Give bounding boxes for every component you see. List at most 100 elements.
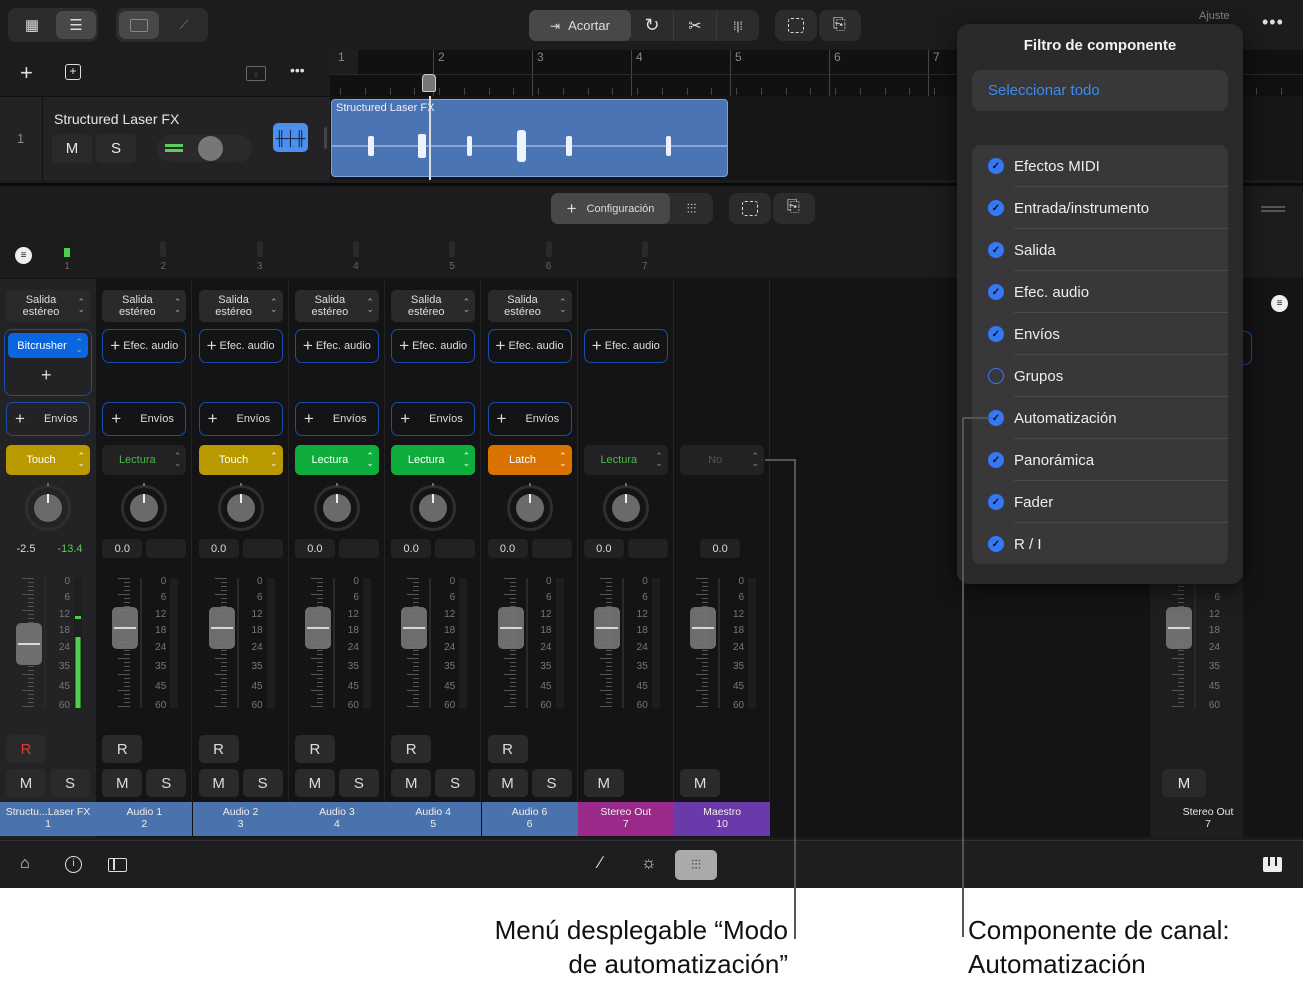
solo-button[interactable]: S — [435, 769, 476, 797]
checkmark-circle-icon[interactable]: ✓ — [988, 410, 1004, 426]
fader-handle[interactable] — [593, 606, 620, 649]
mixer-copy-button[interactable] — [729, 193, 771, 224]
mixer-paste-button[interactable]: ⎘ — [773, 193, 815, 224]
channel-name[interactable]: Audio 66 — [481, 802, 578, 836]
checkmark-circle-icon[interactable]: ✓ — [988, 242, 1004, 258]
mute-button[interactable]: M — [680, 769, 721, 797]
playhead-handle[interactable] — [422, 74, 436, 92]
sends-button[interactable]: + Envíos — [294, 402, 379, 436]
output-selector[interactable]: Salida estéreo ⌃ ⌄ — [6, 290, 90, 322]
sends-button[interactable]: + Envíos — [6, 402, 90, 436]
select-all-button[interactable]: Seleccionar todo — [972, 70, 1228, 111]
plugin-slot[interactable]: Bitcrusher ⌃ ⌄ — [8, 333, 88, 358]
track-name[interactable]: Structured Laser FX — [54, 111, 179, 127]
sends-button[interactable]: + Envíos — [487, 402, 572, 436]
pan-knob[interactable] — [410, 483, 457, 531]
track-row[interactable]: 1 Structured Laser FX M S ╫┼╫ — [0, 96, 330, 181]
fader-handle[interactable] — [1166, 606, 1192, 649]
cut-button[interactable]: ✂ — [674, 10, 717, 41]
mini-meter[interactable] — [449, 241, 456, 257]
channel-strip[interactable]: Salida estéreo ⌃ ⌄ + Efec. audio + Envíos Lectu… — [385, 279, 482, 837]
component-filter-item[interactable]: Grupos — [972, 355, 1228, 397]
snap-label[interactable]: Ajuste — [1199, 10, 1230, 22]
checkmark-circle-icon[interactable]: ✓ — [988, 536, 1004, 552]
volume-knob[interactable] — [198, 136, 223, 161]
mini-meter[interactable] — [352, 241, 359, 257]
checkmark-circle-icon[interactable]: ✓ — [988, 452, 1004, 468]
audio-region[interactable]: Structured Laser FX — [331, 99, 728, 177]
channel-name[interactable]: Structu...Laser FX 1 — [0, 802, 96, 836]
keyboard-button[interactable] — [1263, 857, 1282, 872]
channel-name[interactable]: Maestro 10 — [674, 802, 771, 836]
record-enable-button[interactable]: R — [198, 735, 239, 763]
fader-handle[interactable] — [690, 606, 717, 649]
add-track-button[interactable]: + — [20, 60, 33, 86]
mute-button[interactable]: M — [583, 769, 624, 797]
paste-button[interactable]: ⎘ — [819, 10, 861, 41]
channel-name[interactable]: Audio 12 — [96, 802, 193, 836]
pan-knob[interactable] — [506, 483, 553, 531]
fader-handle[interactable] — [208, 606, 235, 649]
loop-button[interactable]: ↻ — [631, 10, 674, 41]
sends-button[interactable]: + Envíos — [391, 402, 476, 436]
fader-handle[interactable] — [497, 606, 524, 649]
track-solo-button[interactable]: S — [96, 134, 136, 163]
trim-button[interactable]: ⇥ Acortar — [529, 10, 631, 41]
solo-button[interactable]: S — [338, 769, 379, 797]
info-button[interactable]: i — [65, 856, 82, 873]
component-filter-item[interactable]: ✓ Salida — [972, 229, 1228, 271]
checkmark-circle-icon[interactable]: ✓ — [988, 494, 1004, 510]
filter-button-right[interactable]: ≡ — [1271, 295, 1288, 312]
mini-meter[interactable] — [545, 241, 552, 257]
configuration-button[interactable]: + Configuración — [551, 193, 670, 224]
fader-track[interactable] — [525, 578, 528, 708]
mixer-settings-button[interactable]: ⫶⫶⫶ — [670, 193, 713, 224]
automation-mode-menu[interactable]: Latch ⌃ ⌄ — [487, 445, 572, 475]
pan-knob[interactable] — [25, 483, 71, 531]
more-button[interactable]: ••• — [1262, 12, 1284, 33]
inspector-button[interactable] — [108, 858, 127, 872]
resize-handle[interactable] — [324, 127, 327, 149]
pan-knob[interactable] — [217, 483, 264, 531]
fader-handle[interactable] — [304, 606, 331, 649]
volume-readout[interactable]: 0.0 — [391, 539, 432, 558]
component-filter-item[interactable]: ✓ Efec. audio — [972, 271, 1228, 313]
fader-track[interactable] — [621, 578, 624, 708]
solo-button[interactable]: S — [242, 769, 283, 797]
tracks-view-button[interactable]: ☰ — [56, 11, 96, 39]
channel-name[interactable]: Audio 34 — [288, 802, 385, 836]
add-audio-fx-button[interactable]: + Efec. audio — [102, 329, 187, 363]
record-enable-button[interactable]: R — [487, 735, 528, 763]
pencil-button[interactable]: ∕ — [599, 853, 602, 873]
checkmark-circle-icon[interactable]: ✓ — [988, 326, 1004, 342]
pan-knob[interactable] — [602, 483, 649, 531]
split-button[interactable]: ⁞|⁞ — [717, 10, 759, 41]
sends-button[interactable]: + Envíos — [198, 402, 283, 436]
fader-handle[interactable] — [401, 606, 428, 649]
mini-meter[interactable] — [256, 241, 263, 257]
fader-track[interactable] — [332, 578, 335, 708]
volume-readout[interactable]: 0.0 — [294, 539, 335, 558]
component-filter-item[interactable]: ✓ Efectos MIDI — [972, 145, 1228, 187]
record-enable-button[interactable]: R — [391, 735, 432, 763]
pan-knob[interactable] — [313, 483, 360, 531]
component-filter-item[interactable]: ✓ Fader — [972, 481, 1228, 523]
component-filter-item[interactable]: ✓ Envíos — [972, 313, 1228, 355]
mute-button[interactable]: M — [391, 769, 432, 797]
add-audio-fx-button[interactable]: + Efec. audio — [487, 329, 572, 363]
add-audio-fx-button[interactable]: + Efec. audio — [294, 329, 379, 363]
library-button[interactable]: ⌂ — [20, 855, 30, 873]
automation-mode-menu[interactable]: Lectura ⌃ ⌄ — [294, 445, 379, 475]
import-button[interactable]: ↓ — [246, 66, 266, 81]
add-audio-fx-button[interactable]: + Efec. audio — [198, 329, 283, 363]
duplicate-track-button[interactable]: + — [65, 64, 81, 80]
mute-button[interactable]: M — [198, 769, 239, 797]
component-filter-item[interactable]: ✓ Panorámica — [972, 439, 1228, 481]
track-mute-button[interactable]: M — [52, 134, 92, 163]
fader-track[interactable] — [236, 578, 239, 708]
fader-track[interactable] — [718, 578, 721, 708]
grid-view-button[interactable]: ▦ — [12, 11, 52, 39]
mixer-button[interactable]: ⫶⫶⫶ — [675, 850, 717, 880]
mute-button[interactable]: M — [6, 769, 46, 797]
output-selector[interactable]: Salida estéreo ⌃ ⌄ — [102, 290, 187, 322]
